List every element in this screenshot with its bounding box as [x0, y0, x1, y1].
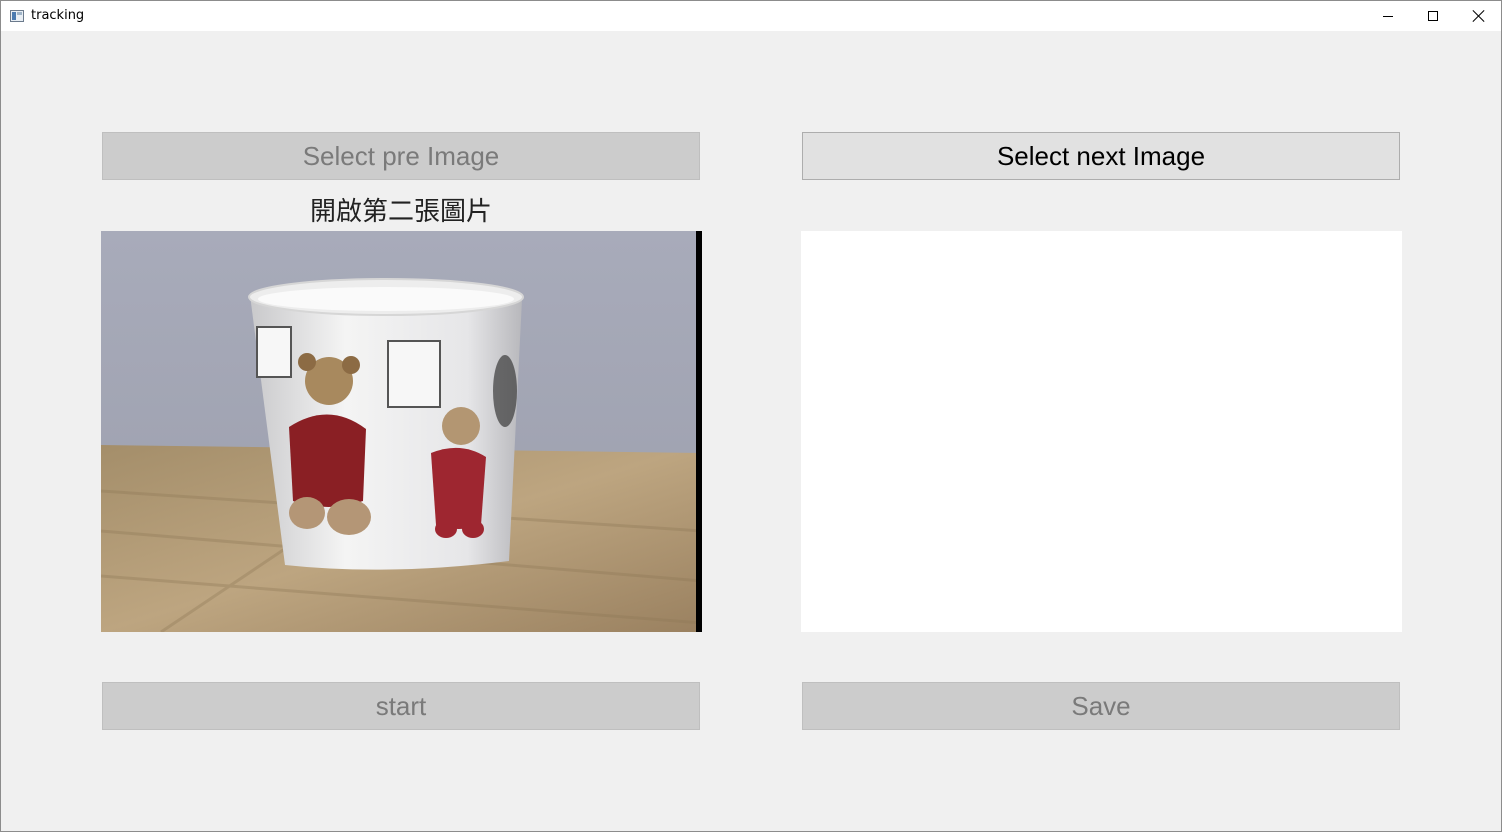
pre-image-view	[101, 231, 702, 632]
app-window: tracking Select pre Image Select next Im…	[0, 0, 1502, 832]
select-pre-image-button[interactable]: Select pre Image	[102, 132, 700, 180]
maximize-icon	[1428, 11, 1438, 21]
image-caption: 開啟第二張圖片	[309, 197, 492, 227]
minimize-icon	[1383, 15, 1393, 17]
maximize-button[interactable]	[1410, 1, 1456, 31]
app-icon	[10, 10, 24, 22]
save-button[interactable]: Save	[802, 682, 1400, 730]
teddy-bear-cup-photo	[101, 231, 702, 632]
close-icon	[1473, 10, 1485, 22]
minimize-button[interactable]	[1365, 1, 1411, 31]
select-next-image-button[interactable]: Select next Image	[802, 132, 1400, 180]
window-title: tracking	[31, 8, 85, 23]
title-bar[interactable]: tracking	[1, 1, 1501, 31]
start-button[interactable]: start	[102, 682, 700, 730]
close-button[interactable]	[1456, 1, 1502, 31]
next-image-view	[801, 231, 1402, 632]
